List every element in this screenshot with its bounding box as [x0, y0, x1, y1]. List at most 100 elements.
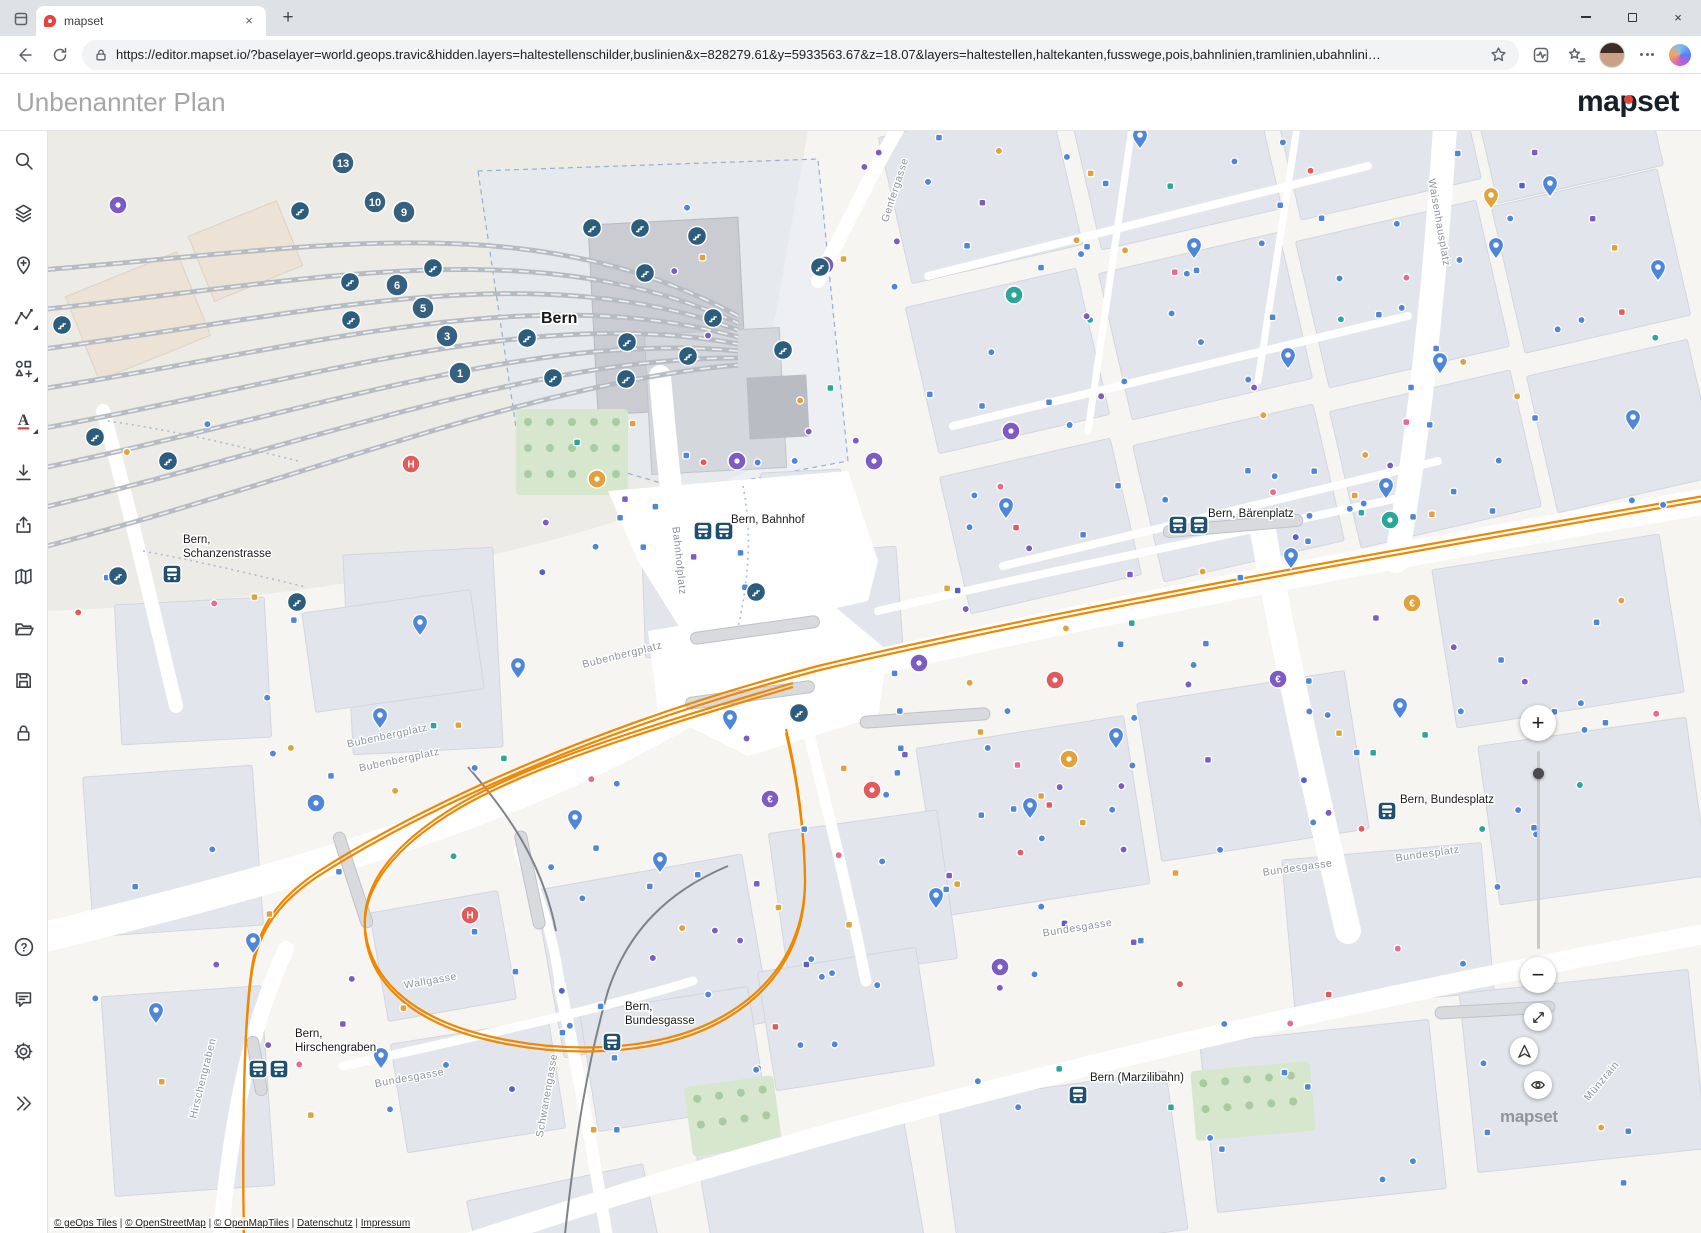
map-marker[interactable]	[646, 883, 653, 890]
map-marker[interactable]	[455, 722, 462, 729]
map-marker[interactable]	[801, 826, 808, 833]
map-marker[interactable]	[1495, 457, 1502, 464]
map-marker[interactable]	[1131, 714, 1138, 721]
map-poi-badge[interactable]	[109, 196, 127, 214]
map-marker[interactable]	[694, 871, 701, 878]
print-map-tool-button[interactable]	[4, 554, 44, 598]
platform-number[interactable]: 1	[449, 362, 471, 384]
map-marker[interactable]	[1479, 825, 1486, 832]
map-marker[interactable]	[1325, 809, 1332, 816]
map-marker[interactable]	[1231, 158, 1238, 165]
map-marker[interactable]	[542, 519, 549, 526]
platform-number[interactable]: 6	[386, 274, 408, 296]
map-marker[interactable]	[943, 886, 950, 893]
map-marker[interactable]	[1010, 806, 1017, 813]
platform-number[interactable]: 10	[364, 191, 386, 213]
map-marker[interactable]	[1618, 597, 1625, 604]
map-marker[interactable]	[1193, 267, 1200, 274]
map-marker[interactable]	[1038, 835, 1045, 842]
map-marker[interactable]	[1362, 451, 1369, 458]
map-marker[interactable]	[1625, 1128, 1632, 1135]
map-marker[interactable]	[944, 585, 951, 592]
map-marker[interactable]	[1398, 304, 1405, 311]
map-marker[interactable]	[1593, 619, 1600, 626]
tab-close-icon[interactable]: ×	[240, 12, 258, 30]
map-marker[interactable]	[700, 459, 707, 466]
map-marker[interactable]	[574, 439, 581, 446]
map-marker[interactable]	[1358, 825, 1365, 832]
map-marker[interactable]	[1281, 1069, 1288, 1076]
map-marker[interactable]	[1460, 358, 1467, 365]
url-text[interactable]: https://editor.mapset.io/?baselayer=worl…	[116, 47, 1482, 62]
map-marker[interactable]	[652, 503, 659, 510]
map-marker[interactable]	[1128, 620, 1135, 627]
map-marker[interactable]	[753, 880, 760, 887]
map-marker[interactable]	[1305, 678, 1312, 685]
map-marker[interactable]	[1205, 757, 1212, 764]
map-marker[interactable]	[1618, 309, 1625, 316]
map-marker[interactable]	[978, 812, 985, 819]
help-button[interactable]: ?	[4, 925, 44, 969]
map-marker[interactable]	[699, 254, 706, 261]
map-marker[interactable]	[1311, 468, 1318, 475]
map-marker[interactable]	[391, 787, 398, 794]
map-marker[interactable]	[264, 694, 271, 701]
map-marker[interactable]	[1287, 1020, 1294, 1027]
map-marker[interactable]	[1409, 1158, 1416, 1165]
platform-number[interactable]: 3	[436, 325, 458, 347]
plan-title-input[interactable]: Unbenannter Plan	[16, 87, 226, 118]
map-marker[interactable]	[946, 872, 953, 879]
map-marker[interactable]	[1602, 719, 1609, 726]
map-marker[interactable]	[593, 845, 600, 852]
map-marker[interactable]	[450, 853, 457, 860]
map-marker[interactable]	[1258, 240, 1265, 247]
map-marker[interactable]	[1498, 657, 1505, 664]
back-icon[interactable]	[10, 41, 38, 69]
map-marker[interactable]	[1428, 511, 1435, 518]
map-marker[interactable]	[897, 745, 904, 752]
map-marker[interactable]	[1410, 513, 1417, 520]
map-marker[interactable]	[797, 397, 804, 404]
map-marker[interactable]	[287, 744, 294, 751]
map-marker[interactable]	[1300, 777, 1307, 784]
map-marker[interactable]	[852, 437, 859, 444]
map-marker[interactable]	[1183, 270, 1190, 277]
map-poi-badge[interactable]	[1002, 422, 1020, 440]
map-marker[interactable]	[704, 332, 711, 339]
map-marker[interactable]	[442, 1061, 449, 1068]
map-marker[interactable]	[1459, 960, 1466, 967]
map-marker[interactable]	[775, 904, 782, 911]
map-marker[interactable]	[1073, 237, 1080, 244]
map-marker[interactable]	[251, 594, 258, 601]
map-marker[interactable]	[1098, 393, 1105, 400]
feedback-button[interactable]	[4, 977, 44, 1021]
map-marker[interactable]	[1197, 338, 1204, 345]
map-marker[interactable]	[265, 1041, 272, 1048]
map-marker[interactable]	[1433, 345, 1440, 352]
map-marker[interactable]	[1318, 215, 1325, 222]
map-marker[interactable]	[1245, 376, 1252, 383]
station-facility-icon[interactable]	[86, 428, 105, 447]
map-marker[interactable]	[1038, 264, 1045, 271]
map-marker[interactable]	[132, 883, 139, 890]
map-marker[interactable]	[1251, 384, 1258, 391]
map-marker[interactable]	[566, 1022, 573, 1029]
close-window-button[interactable]: ×	[1655, 0, 1701, 34]
map-poi-badge[interactable]: €	[1269, 670, 1287, 688]
map-marker[interactable]	[640, 544, 647, 551]
map-marker[interactable]	[1115, 482, 1122, 489]
map-marker[interactable]	[1176, 981, 1183, 988]
map-marker[interactable]	[1137, 937, 1144, 944]
browser-menu-icon[interactable]	[1633, 41, 1661, 69]
station-facility-icon[interactable]	[583, 219, 602, 238]
map-marker[interactable]	[1062, 625, 1069, 632]
map-marker[interactable]	[590, 1126, 597, 1133]
map-marker[interactable]	[386, 1106, 393, 1113]
map-marker[interactable]	[1589, 215, 1596, 222]
map-marker[interactable]	[875, 149, 882, 156]
map-marker[interactable]	[296, 1061, 303, 1068]
station-facility-icon[interactable]	[288, 593, 307, 612]
map-marker[interactable]	[1077, 250, 1084, 257]
map-marker[interactable]	[266, 911, 273, 918]
map-marker[interactable]	[1216, 846, 1223, 853]
